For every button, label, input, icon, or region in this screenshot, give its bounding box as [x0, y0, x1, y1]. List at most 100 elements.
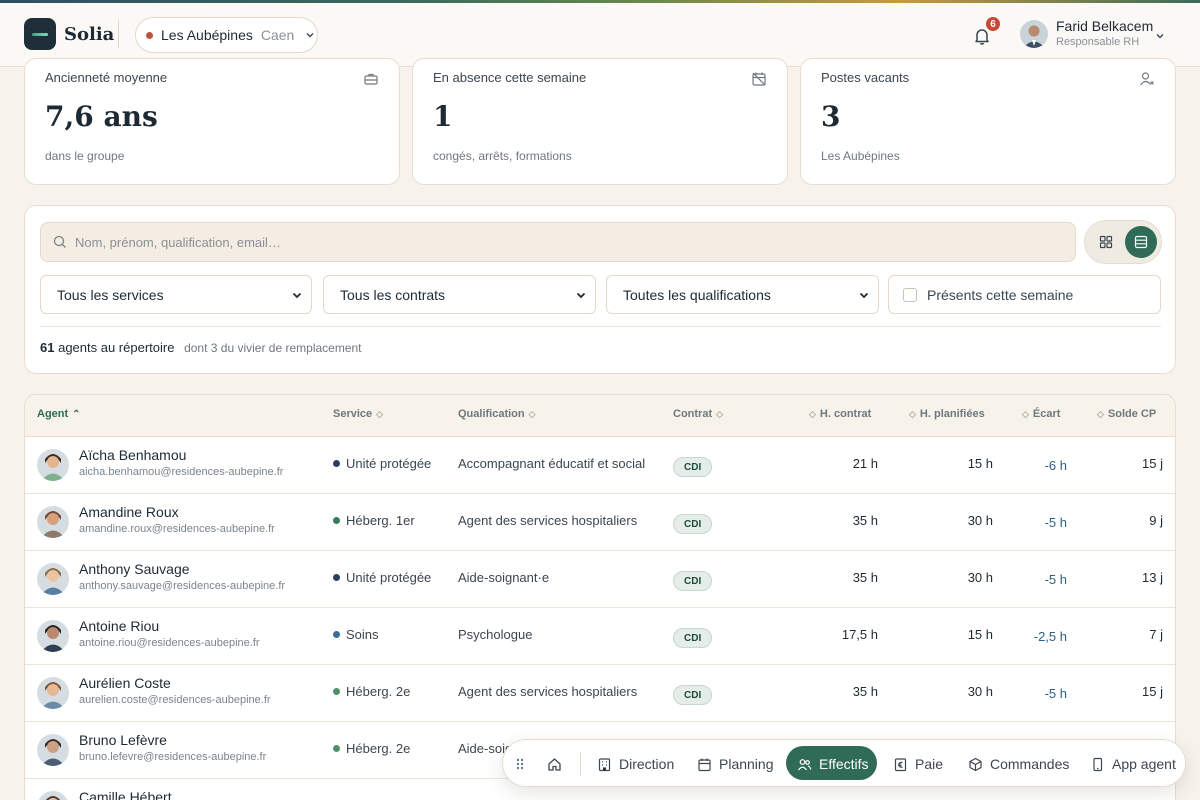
chevron-down-icon [859, 292, 869, 299]
chevron-down-icon [306, 33, 314, 38]
agent-h-planned: 15 h [967, 627, 993, 642]
service-color-dot [333, 631, 340, 638]
agent-avatar [37, 449, 69, 481]
users-icon [798, 758, 812, 770]
agent-email: bruno.lefevre@residences-aubepine.fr [79, 751, 267, 763]
contract-select[interactable]: Tous les contrats [323, 275, 596, 314]
kpi-label: Ancienneté moyenne [45, 70, 168, 85]
qualification-select-value: Toutes les qualifications [623, 286, 771, 303]
service-color-dot [333, 517, 340, 524]
user-avatar[interactable] [1020, 20, 1048, 48]
site-selector[interactable]: Les Aubépines Caen [135, 17, 318, 53]
dock-direction[interactable]: Direction [597, 740, 674, 788]
dock-home[interactable] [547, 740, 569, 788]
drag-handle[interactable] [515, 740, 532, 788]
dock-app-agent-label: App agent [1112, 756, 1176, 772]
contract-select-value: Tous les contrats [340, 286, 446, 303]
service-color-dot [333, 460, 340, 467]
brand-name: Solia [64, 24, 115, 45]
user-role: Responsable RH [1056, 36, 1140, 48]
dock-app-agent[interactable]: App agent [1090, 740, 1176, 788]
sort-icon: ◇ [809, 409, 816, 419]
service-label: Unité protégée [346, 456, 432, 471]
sort-icon: ◇ [376, 409, 384, 419]
filter-divider [40, 326, 1161, 327]
column-header-cp[interactable]: ◇ Solde CP [1097, 408, 1156, 420]
smartphone-icon [1093, 757, 1103, 771]
column-header-h-planned[interactable]: ◇ H. planifiées [909, 408, 985, 420]
kpi-value: 3 [821, 100, 841, 133]
dock-planning[interactable]: Planning [697, 740, 774, 788]
search-field[interactable] [40, 222, 1076, 262]
column-header-contract[interactable]: Contrat ◇ [673, 408, 723, 420]
table-row[interactable]: Amandine Roux amandine.roux@residences-au… [25, 494, 1175, 551]
agent-name: Camille Hébert [79, 789, 172, 800]
kpi-card-seniority: Ancienneté moyenne 7,6 ans dans le group… [24, 58, 400, 185]
sort-icon: ◇ [909, 409, 916, 419]
dock-commandes[interactable]: Commandes [968, 740, 1069, 788]
contract-badge: CDI [673, 628, 713, 648]
list-view-button[interactable] [1125, 226, 1157, 258]
agent-email: aicha.benhamou@residences-aubepine.fr [79, 466, 284, 478]
agent-h-planned: 30 h [967, 513, 993, 528]
agent-email: aurelien.coste@residences-aubepine.fr [79, 694, 271, 706]
contract-badge: CDI [673, 685, 713, 705]
briefcase-icon [364, 73, 378, 85]
home-icon [548, 757, 561, 771]
column-header-agent[interactable]: Agent ⌃ [37, 408, 81, 420]
column-header-gap[interactable]: ◇ Écart [1022, 408, 1060, 420]
agent-h-contract: 35 h [852, 570, 878, 585]
agent-name: Anthony Sauvage [79, 561, 190, 577]
service-select[interactable]: Tous les services [40, 275, 312, 314]
search-input[interactable] [75, 234, 975, 250]
logo-icon[interactable] [24, 18, 56, 50]
agent-avatar [37, 620, 69, 652]
column-header-service[interactable]: Service ◇ [333, 408, 383, 420]
agent-h-planned: 15 h [967, 456, 993, 471]
table-row[interactable]: Aurélien Coste aurelien.coste@residences-… [25, 665, 1175, 722]
agent-cp: 13 j [1142, 570, 1163, 585]
calendar-off-icon [752, 72, 766, 86]
table-row[interactable]: Aïcha Benhamou aicha.benhamou@residences-… [25, 437, 1175, 494]
column-header-qualification[interactable]: Qualification ◇ [458, 408, 536, 420]
drag-handle-icon [516, 758, 524, 770]
dock-divider [580, 752, 581, 776]
bottom-dock: Direction Planning Effectifs Paie Comman… [502, 739, 1186, 787]
agent-name: Antoine Riou [79, 618, 160, 634]
qualification-select[interactable]: Toutes les qualifications [606, 275, 879, 314]
kpi-value: 1 [433, 100, 453, 133]
search-icon [53, 235, 66, 248]
agent-name: Bruno Lefèvre [79, 732, 167, 748]
service-color-dot [333, 688, 340, 695]
agent-avatar [37, 677, 69, 709]
chevron-down-icon[interactable] [1154, 30, 1166, 42]
present-this-week-toggle[interactable]: Présents cette semaine [888, 275, 1161, 314]
agent-h-planned: 30 h [967, 570, 993, 585]
table-row[interactable]: Anthony Sauvage anthony.sauvage@residence… [25, 551, 1175, 608]
dock-effectifs[interactable]: Effectifs [797, 740, 869, 788]
kpi-sub: congés, arrêts, formations [433, 149, 572, 163]
result-count-number: 61 [40, 340, 55, 355]
agent-h-contract: 17,5 h [841, 627, 878, 642]
agent-qualification: Aide-soignant·e [458, 570, 550, 585]
dock-paie[interactable]: Paie [893, 740, 943, 788]
filter-panel: Tous les services Tous les contrats Tout… [24, 205, 1176, 374]
chevron-down-icon [292, 292, 302, 299]
service-label: Héberg. 1er [346, 513, 415, 528]
user-name: Farid Belkacem [1056, 18, 1154, 34]
grid-view-button[interactable] [1090, 226, 1122, 258]
contract-badge: CDI [673, 571, 713, 591]
present-checkbox[interactable] [903, 287, 917, 302]
sort-icon: ◇ [716, 409, 724, 419]
site-status-dot [146, 31, 153, 39]
contract-badge: CDI [673, 514, 713, 534]
agent-name: Amandine Roux [79, 504, 179, 520]
table-row[interactable]: Antoine Riou antoine.riou@residences-aube… [25, 608, 1175, 665]
chevron-down-icon [576, 292, 586, 299]
agent-cp: 9 j [1149, 513, 1163, 528]
column-header-h-contract[interactable]: ◇ H. contrat [809, 408, 871, 420]
agent-avatar [37, 506, 69, 538]
site-name: Les Aubépines [161, 27, 253, 43]
table-header: Agent ⌃ Service ◇ Qualification ◇ Contrat ◇ … [25, 395, 1175, 437]
user-x-icon [1140, 72, 1154, 86]
